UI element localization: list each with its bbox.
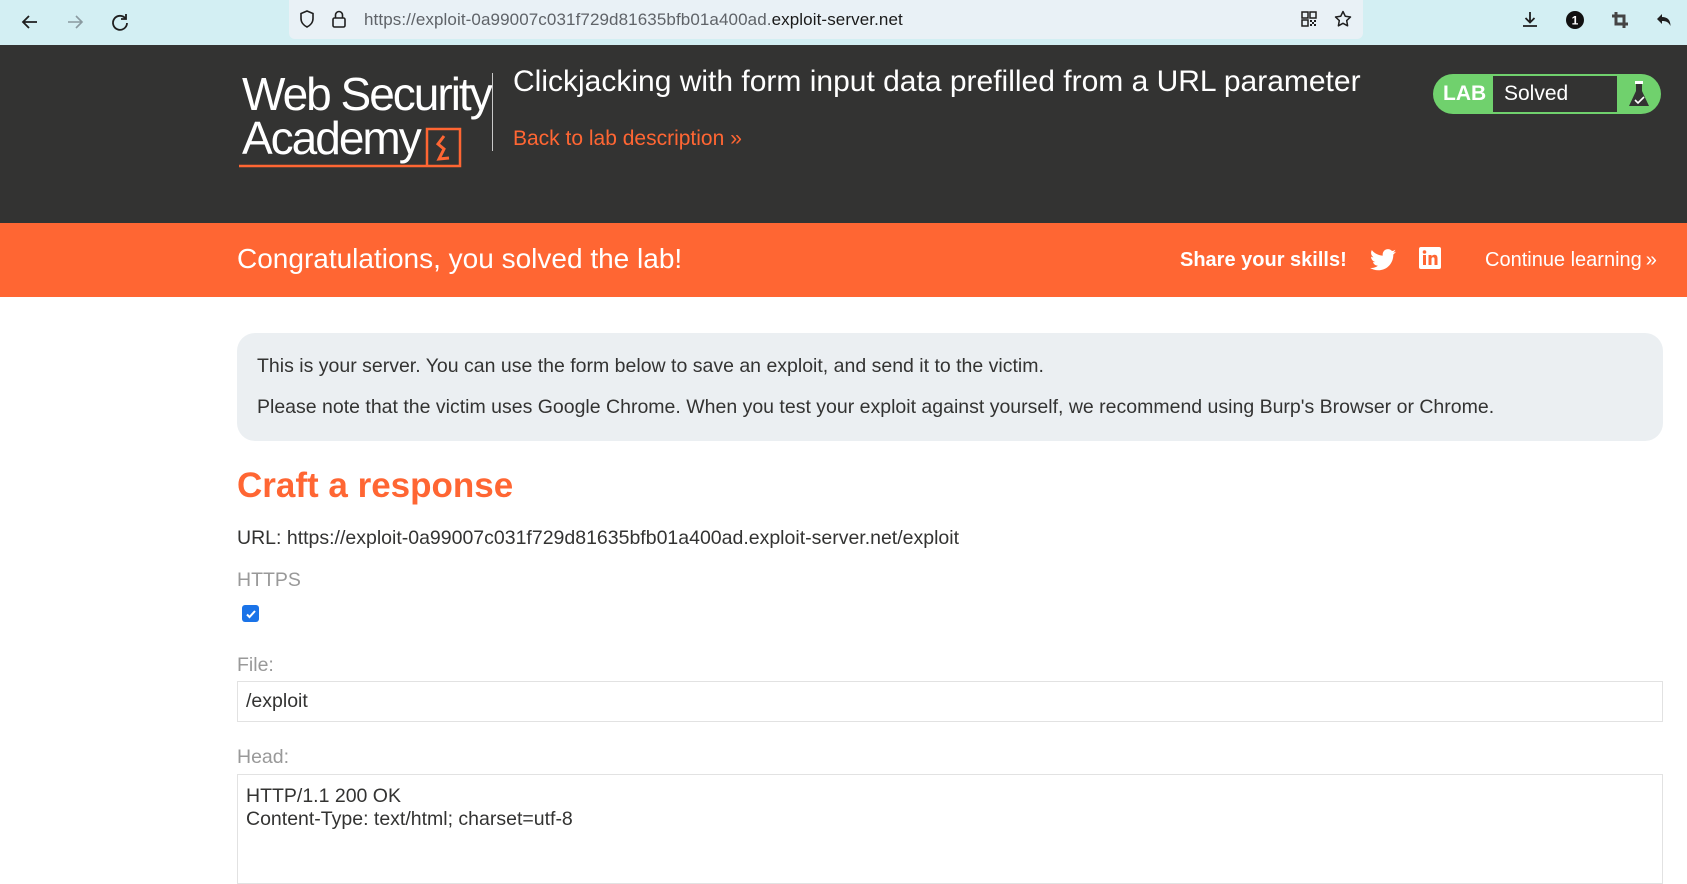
lab-status-badge: LAB Solved <box>1433 74 1661 114</box>
exploit-url: URL: https://exploit-0a99007c031f729d816… <box>237 527 960 549</box>
browser-toolbar: https://exploit-0a99007c031f729d81635bfb… <box>0 0 1687 45</box>
reload-button[interactable] <box>104 6 136 38</box>
lock-icon[interactable] <box>329 9 349 29</box>
notice-line-1: This is your server. You can use the for… <box>257 355 1044 377</box>
linkedin-icon[interactable] <box>1419 247 1441 269</box>
lab-label: LAB <box>1443 82 1487 105</box>
downloads-button[interactable] <box>1518 8 1542 32</box>
extension-badge-button[interactable]: 1 <box>1563 8 1587 32</box>
file-label: File: <box>237 654 274 676</box>
double-chevron-right-icon: » <box>1645 249 1657 271</box>
server-info-notice: This is your server. You can use the for… <box>237 333 1663 441</box>
lab-solved-banner: Congratulations, you solved the lab! Sha… <box>0 223 1687 297</box>
continue-learning-link[interactable]: Continue learning» <box>1485 249 1657 272</box>
notification-count: 1 <box>1572 14 1579 28</box>
url-domain: exploit-server.net <box>771 10 903 29</box>
continue-learning-label: Continue learning <box>1485 249 1642 271</box>
forward-button[interactable] <box>59 6 91 38</box>
url-text[interactable]: https://exploit-0a99007c031f729d81635bfb… <box>364 10 903 30</box>
academy-header: Web Security Academy Clickjacking with f… <box>0 45 1687 223</box>
head-label: Head: <box>237 746 290 768</box>
lab-status-text: Solved <box>1493 76 1617 112</box>
download-icon <box>1523 12 1537 27</box>
back-button[interactable] <box>14 6 46 38</box>
logo-bolt-icon <box>239 127 462 168</box>
flask-check-icon <box>1629 81 1649 106</box>
back-link-label: Back to lab description <box>513 127 725 150</box>
file-input[interactable] <box>237 681 1663 722</box>
star-icon[interactable] <box>1333 9 1353 29</box>
congratulations-message: Congratulations, you solved the lab! <box>237 243 683 274</box>
undo-icon <box>1657 14 1671 26</box>
crop-button[interactable] <box>1608 8 1632 32</box>
crop-icon <box>1612 12 1628 28</box>
logo-divider <box>492 73 493 151</box>
notification-count-icon: 1 <box>1566 11 1584 29</box>
arrow-left-icon <box>21 15 37 29</box>
share-skills-label: Share your skills! <box>1180 249 1347 271</box>
double-chevron-right-icon: » <box>730 127 741 150</box>
shield-icon[interactable] <box>297 9 317 29</box>
twitter-icon[interactable] <box>1370 248 1396 272</box>
https-label: HTTPS <box>237 569 301 591</box>
address-bar[interactable]: https://exploit-0a99007c031f729d81635bfb… <box>289 0 1363 39</box>
back-to-lab-description-link[interactable]: Back to lab description» <box>513 127 742 151</box>
notice-line-2: Please note that the victim uses Google … <box>257 396 1495 418</box>
web-security-academy-logo[interactable]: Web Security Academy <box>237 69 493 169</box>
https-checkbox[interactable] <box>242 605 259 622</box>
url-prefix: https://exploit-0a99007c031f729d81635bfb… <box>364 10 772 29</box>
lab-title: Clickjacking with form input data prefil… <box>513 65 1361 98</box>
head-textarea[interactable]: HTTP/1.1 200 OK Content-Type: text/html;… <box>237 774 1663 884</box>
reload-icon <box>112 14 128 31</box>
checkmark-icon <box>245 609 256 618</box>
craft-response-heading: Craft a response <box>237 466 514 505</box>
qr-code-icon[interactable] <box>1299 9 1319 29</box>
undo-button[interactable] <box>1652 8 1676 32</box>
arrow-right-icon <box>68 15 84 29</box>
